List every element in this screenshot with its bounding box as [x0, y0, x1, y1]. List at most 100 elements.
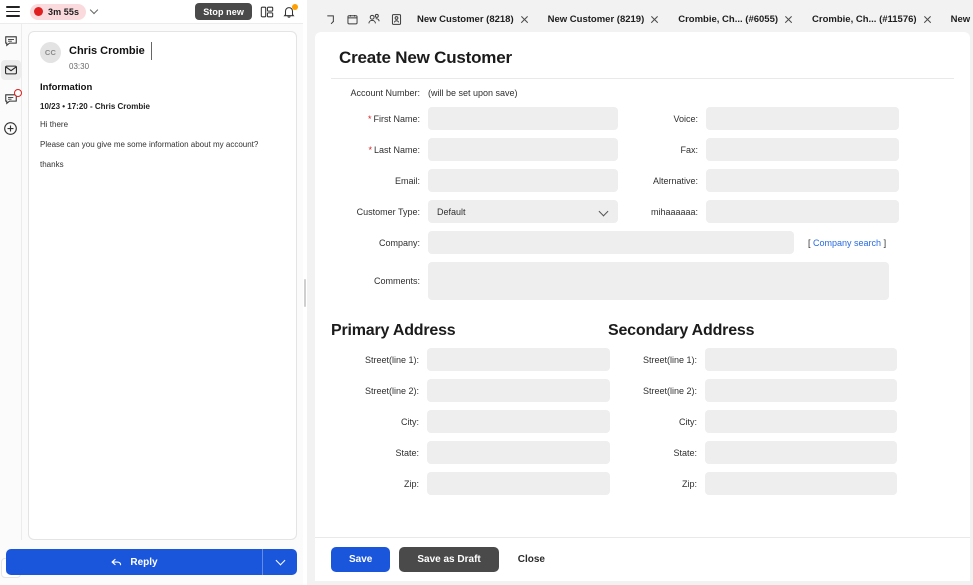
close-icon[interactable]: [650, 15, 659, 24]
primary-city-label: City:: [401, 416, 419, 427]
tab-new-customer-8219[interactable]: New Customer (8219): [538, 6, 669, 32]
close-icon[interactable]: [784, 15, 793, 24]
customer-type-select[interactable]: [428, 200, 618, 223]
primary-street-1-row: Street(line 1):: [331, 348, 610, 371]
secondary-city-field[interactable]: [705, 410, 897, 433]
bracket-open: [: [808, 237, 811, 248]
tab-new-customer-8219-active[interactable]: New Customer (8219): [941, 6, 971, 32]
notification-bell-icon[interactable]: [282, 3, 298, 19]
customer-type-label: Customer Type:: [356, 206, 420, 217]
alternative-field[interactable]: [706, 169, 899, 192]
company-field[interactable]: [428, 231, 794, 254]
tab-bar: New Customer (8218) New Customer (8219) …: [315, 6, 971, 32]
tab-icon-contact-card[interactable]: [385, 8, 407, 30]
primary-city-row: City:: [331, 410, 610, 433]
primary-street-2-row: Street(line 2):: [331, 379, 610, 402]
comments-field[interactable]: [428, 262, 889, 300]
secondary-street-2-field[interactable]: [705, 379, 897, 402]
fax-label: Fax:: [680, 144, 698, 155]
notification-badge: [292, 3, 298, 10]
primary-street-2-label: Street(line 2):: [364, 385, 419, 396]
alternative-label: Alternative:: [652, 175, 698, 186]
panel-layout-icon[interactable]: [260, 5, 274, 19]
sidebar-item-add[interactable]: [1, 118, 21, 138]
primary-zip-row: Zip:: [331, 472, 610, 495]
avatar: CC: [40, 42, 61, 63]
voice-label: Voice:: [673, 113, 698, 124]
secondary-street-1-row: Street(line 1):: [610, 348, 897, 371]
secondary-zip-row: Zip:: [610, 472, 897, 495]
tab-icon-calendar[interactable]: [341, 8, 363, 30]
conversation-body: CC Chris Crombie 03:30 Information 10/23…: [0, 24, 303, 578]
tab-icon-bracket[interactable]: [319, 8, 341, 30]
close-icon[interactable]: [520, 15, 529, 24]
workspace-panel: New Customer (8218) New Customer (8219) …: [307, 0, 973, 585]
secondary-zip-field[interactable]: [705, 472, 897, 495]
mihaaaaaa-field[interactable]: [706, 200, 899, 223]
secondary-street-1-field[interactable]: [705, 348, 897, 371]
sidebar-item-mail[interactable]: [0, 60, 21, 80]
reply-dropdown-chevron-down-icon[interactable]: [263, 555, 297, 566]
stop-new-button[interactable]: Stop new: [195, 3, 252, 20]
conversation-panel: 3m 55s Stop new CC Chris Crombie 03:30 I…: [0, 0, 303, 585]
primary-zip-label: Zip:: [403, 478, 419, 489]
customer-type-row: Customer Type: mihaaaaaa:: [331, 200, 954, 223]
app-window: 3m 55s Stop new CC Chris Crombie 03:30 I…: [0, 0, 973, 585]
secondary-address-column: Street(line 1): Street(line 2): City: St…: [610, 348, 897, 503]
tab-label: New Customer (8218): [417, 13, 514, 25]
email-row: Email: Alternative:: [331, 169, 954, 192]
primary-street-2-field[interactable]: [427, 379, 610, 402]
bracket-close: ]: [883, 237, 887, 248]
call-timer-pill[interactable]: 3m 55s: [30, 3, 87, 20]
close-icon[interactable]: [923, 15, 932, 24]
message-meta: 10/23 • 17:20 - Chris Crombie: [40, 102, 150, 111]
sidebar-item-conversations[interactable]: [1, 89, 22, 109]
primary-state-label: State:: [395, 447, 419, 458]
sidebar-item-chat[interactable]: [1, 31, 21, 51]
primary-state-field[interactable]: [427, 441, 610, 464]
company-label: Company:: [378, 237, 420, 248]
secondary-street-2-label: Street(line 2):: [642, 385, 697, 396]
first-name-field[interactable]: [428, 107, 618, 130]
voice-field[interactable]: [706, 107, 899, 130]
primary-address-heading: Primary Address: [331, 322, 456, 339]
tab-crombie-11576[interactable]: Crombie, Ch... (#11576): [802, 6, 941, 32]
header-actions: Stop new: [195, 3, 298, 20]
customer-type-value[interactable]: [428, 200, 618, 223]
reply-button[interactable]: Reply: [6, 549, 297, 575]
form-scroll-area: Create New Customer Account Number: (wil…: [315, 32, 970, 537]
chevron-down-icon[interactable]: [150, 42, 152, 60]
secondary-city-row: City:: [610, 410, 897, 433]
email-field[interactable]: [428, 169, 618, 192]
form-footer: Save Save as Draft Close: [315, 537, 970, 581]
last-name-field[interactable]: [428, 138, 618, 161]
message-subject: Information: [40, 82, 93, 93]
message-body-line: Hi there: [40, 120, 69, 129]
comments-label: Comments:: [373, 276, 420, 286]
save-as-draft-button[interactable]: Save as Draft: [399, 547, 499, 572]
primary-zip-field[interactable]: [427, 472, 610, 495]
save-button[interactable]: Save: [331, 547, 391, 572]
secondary-address-heading: Secondary Address: [608, 322, 755, 339]
tab-new-customer-8218[interactable]: New Customer (8218): [407, 6, 538, 32]
primary-street-1-field[interactable]: [427, 348, 610, 371]
company-search-link[interactable]: Company search: [813, 238, 881, 248]
tab-crombie-6055[interactable]: Crombie, Ch... (#6055): [668, 6, 802, 32]
tab-label: Crombie, Ch... (#6055): [678, 13, 779, 25]
chevron-down-icon[interactable]: [89, 5, 99, 15]
secondary-street-2-row: Street(line 2):: [610, 379, 897, 402]
recording-dot-icon: [34, 7, 43, 16]
address-grid: Street(line 1): Street(line 2): City: St…: [331, 348, 954, 503]
sender-name: Chris Crombie: [69, 45, 145, 57]
first-name-label: * First Name:: [367, 113, 420, 124]
fax-field[interactable]: [706, 138, 899, 161]
close-button[interactable]: Close: [508, 547, 555, 572]
hamburger-menu-icon[interactable]: [6, 6, 20, 17]
secondary-state-row: State:: [610, 441, 897, 464]
secondary-state-field[interactable]: [705, 441, 897, 464]
primary-state-row: State:: [331, 441, 610, 464]
tab-icon-people[interactable]: [363, 8, 385, 30]
primary-city-field[interactable]: [427, 410, 610, 433]
reply-button-main[interactable]: Reply: [6, 556, 262, 569]
title-divider: [331, 78, 954, 79]
